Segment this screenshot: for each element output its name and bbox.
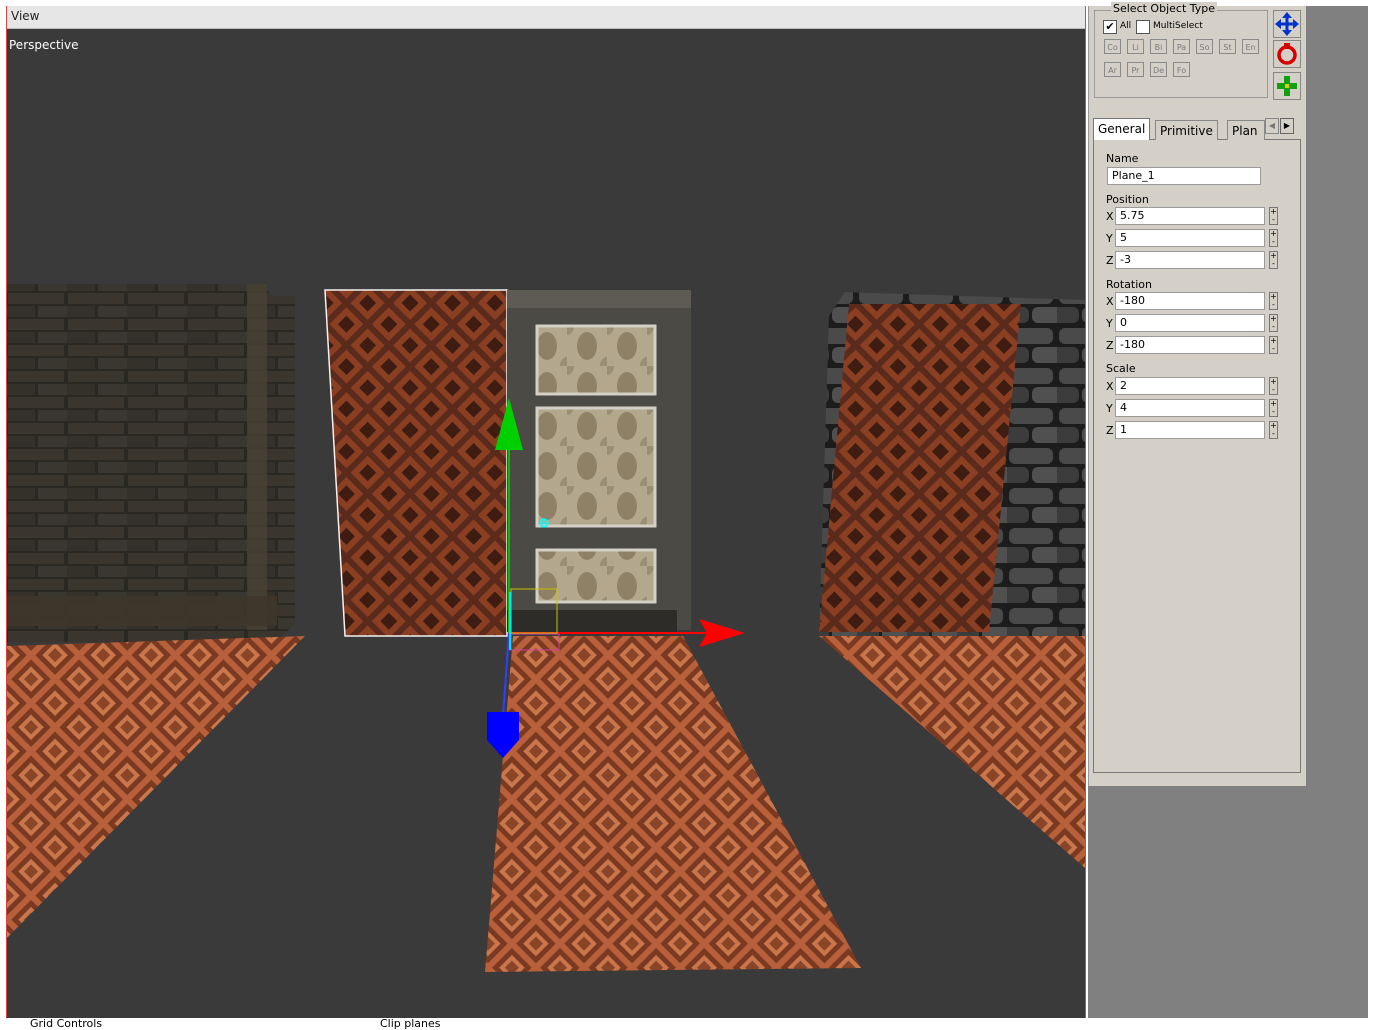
scale-x-axis-label: X (1106, 380, 1114, 393)
floor-center (485, 636, 861, 972)
scale-z-spinner[interactable]: + - (1269, 421, 1278, 439)
rotation-x-field[interactable]: -180 (1115, 292, 1265, 310)
rotation-label: Rotation (1106, 278, 1153, 291)
scale-y-axis-label: Y (1106, 402, 1113, 415)
filter-button-pr[interactable]: Pr (1127, 62, 1144, 77)
filter-button-li[interactable]: Li (1127, 39, 1144, 54)
floor-left (7, 636, 305, 938)
tab-primitive[interactable]: Primitive (1155, 120, 1218, 140)
position-z-axis-label: Z (1106, 254, 1114, 267)
rotation-y-field[interactable]: 0 (1115, 314, 1265, 332)
filter-button-st[interactable]: St (1219, 39, 1236, 54)
filter-button-so[interactable]: So (1196, 39, 1213, 54)
tab-scroll-right-button[interactable]: ▶ (1280, 118, 1294, 134)
properties-panel: Select Object Type ✔ All MultiSelect Co … (1088, 2, 1306, 786)
filter-button-en[interactable]: En (1242, 39, 1259, 54)
filter-button-co[interactable]: Co (1104, 39, 1121, 54)
scale-z-axis-label: Z (1106, 424, 1114, 437)
tab-scroll-left-button[interactable]: ◀ (1265, 118, 1279, 134)
rotation-x-spinner[interactable]: + - (1269, 292, 1278, 310)
all-label: All (1120, 21, 1132, 31)
scale-x-field[interactable]: 2 (1115, 377, 1265, 395)
select-object-type-title: Select Object Type (1111, 2, 1218, 15)
3d-viewport[interactable]: View Perspective (6, 6, 1086, 1019)
multiselect-label: MultiSelect (1153, 21, 1203, 31)
move-tool-button[interactable] (1273, 10, 1301, 38)
filter-button-fo[interactable]: Fo (1173, 62, 1190, 77)
scale-y-spinner[interactable]: + - (1269, 399, 1278, 417)
floor-right (819, 636, 1085, 868)
grid-controls-label: Grid Controls (30, 1017, 103, 1030)
scale-label: Scale (1106, 362, 1136, 375)
scale-x-spinner[interactable]: + - (1269, 377, 1278, 395)
position-y-axis-label: Y (1106, 232, 1113, 245)
position-y-field[interactable]: 5 (1115, 229, 1265, 247)
filter-button-pa[interactable]: Pa (1173, 39, 1190, 54)
bottom-controls-strip: Grid Controls Clip planes (0, 1017, 1375, 1030)
position-y-spinner[interactable]: + - (1269, 229, 1278, 247)
rotation-x-axis-label: X (1106, 295, 1114, 308)
position-x-field[interactable]: 5.75 (1115, 207, 1265, 225)
camera-mode-label[interactable]: Perspective (9, 38, 79, 52)
scale-tool-button[interactable] (1273, 72, 1301, 100)
clip-planes-label: Clip planes (380, 1017, 441, 1030)
position-x-axis-label: X (1106, 210, 1114, 223)
viewport-menu-bar: View (7, 6, 1085, 29)
rotation-z-field[interactable]: -180 (1115, 336, 1265, 354)
panel-gray-background (1088, 786, 1368, 1018)
rotation-y-axis-label: Y (1106, 317, 1113, 330)
position-label: Position (1106, 193, 1149, 206)
position-z-spinner[interactable]: + - (1269, 251, 1278, 269)
tab-plan[interactable]: Plan (1227, 120, 1265, 140)
rotate-tool-button[interactable] (1273, 40, 1301, 68)
rotation-y-spinner[interactable]: + - (1269, 314, 1278, 332)
rotation-z-spinner[interactable]: + - (1269, 336, 1278, 354)
name-field[interactable]: Plane_1 (1107, 167, 1261, 185)
scale-y-field[interactable]: 4 (1115, 399, 1265, 417)
position-z-field[interactable]: -3 (1115, 251, 1265, 269)
all-checkbox[interactable]: ✔ (1103, 20, 1117, 34)
name-label: Name (1106, 152, 1139, 165)
scale-plus-icon (1277, 76, 1297, 96)
multiselect-checkbox[interactable] (1136, 20, 1150, 34)
position-x-spinner[interactable]: + - (1269, 207, 1278, 225)
scene-render[interactable] (7, 6, 1085, 1018)
selected-plane (324, 289, 508, 637)
wallpaper-panel-right (819, 304, 1021, 632)
move-arrows-icon (1275, 12, 1299, 36)
scale-z-field[interactable]: 1 (1115, 421, 1265, 439)
filter-button-bi[interactable]: Bi (1150, 39, 1167, 54)
filter-button-ar[interactable]: Ar (1104, 62, 1121, 77)
rotation-z-axis-label: Z (1106, 339, 1114, 352)
right-gray-strip (1305, 6, 1368, 786)
view-menu[interactable]: View (11, 9, 39, 23)
tab-general[interactable]: General (1093, 118, 1151, 140)
rotate-circle-icon (1277, 43, 1297, 65)
filter-button-de[interactable]: De (1150, 62, 1167, 77)
